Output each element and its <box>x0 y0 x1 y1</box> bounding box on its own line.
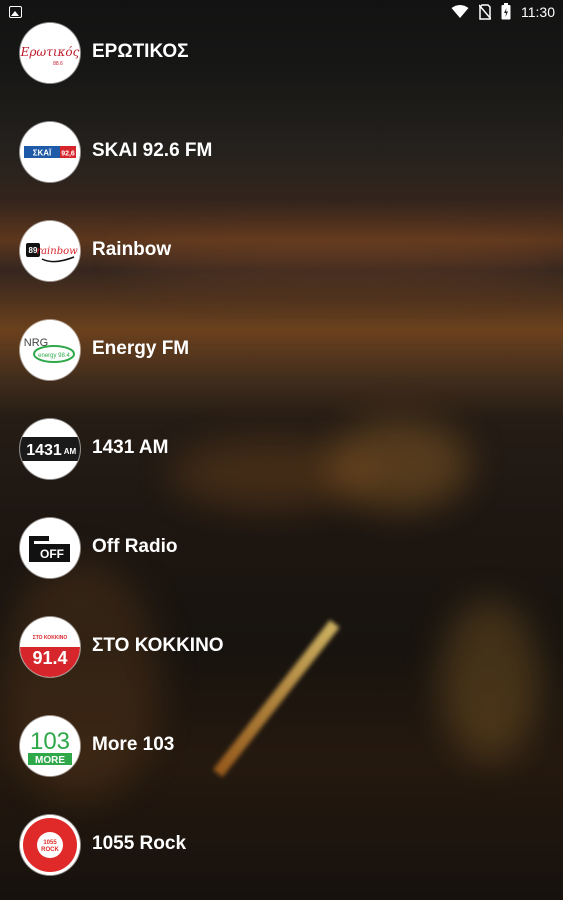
energy-logo: NRG energy 98.4 <box>20 320 80 380</box>
station-row-off-radio[interactable]: OFF Off Radio <box>0 498 563 597</box>
svg-text:91.4: 91.4 <box>32 648 67 668</box>
more103-logo: 103 MORE <box>20 716 80 776</box>
station-name: ΕΡΩΤΙΚΟΣ <box>92 41 189 62</box>
erotikos-logo: Ερωτικός 88.6 <box>20 23 80 83</box>
svg-text:rainbow: rainbow <box>36 246 78 257</box>
svg-text:ROCK: ROCK <box>41 847 59 853</box>
svg-text:Ερωτικός: Ερωτικός <box>20 45 80 59</box>
no-sim-icon <box>479 3 491 20</box>
station-name: SKAI 92.6 FM <box>92 140 213 161</box>
svg-text:103: 103 <box>30 728 70 755</box>
svg-text:ΣΚΑΪ: ΣΚΑΪ <box>33 149 52 158</box>
svg-text:energy 98.4: energy 98.4 <box>38 353 70 359</box>
station-name: Energy FM <box>92 338 190 359</box>
station-row-rainbow[interactable]: 89 rainbow Rainbow <box>0 201 563 300</box>
svg-text:AM: AM <box>64 447 77 456</box>
off-radio-logo: OFF <box>20 518 80 578</box>
station-row-1431am[interactable]: 1431 AM 1431 AM <box>0 399 563 498</box>
skai-logo: ΣΚΑΪ 92,6 <box>20 122 80 182</box>
svg-text:1431: 1431 <box>26 442 62 459</box>
station-name: Rainbow <box>92 239 172 260</box>
svg-text:ΣΤΟ ΚΟΚΚΙΝΟ: ΣΤΟ ΚΟΚΚΙΝΟ <box>33 635 68 641</box>
svg-text:88.6: 88.6 <box>53 61 63 67</box>
station-name: More 103 <box>92 734 175 755</box>
svg-text:1055: 1055 <box>43 840 57 846</box>
battery-icon <box>501 3 511 20</box>
station-name: 1431 AM <box>92 437 169 458</box>
station-row-more103[interactable]: 103 MORE More 103 <box>0 696 563 795</box>
rainbow-logo: 89 rainbow <box>20 221 80 281</box>
station-name: Off Radio <box>92 536 178 557</box>
svg-text:MORE: MORE <box>35 755 65 766</box>
station-name: ΣΤΟ ΚΟΚΚΙΝΟ <box>92 635 224 656</box>
station-name: 1055 Rock <box>92 833 187 854</box>
status-icons: 11:30 <box>451 3 555 20</box>
station-row-1055-rock[interactable]: 1055 ROCK 1055 Rock <box>0 795 563 894</box>
station-row-skai[interactable]: ΣΚΑΪ 92,6 SKAI 92.6 FM <box>0 102 563 201</box>
station-row-sto-kokkino[interactable]: ΣΤΟ ΚΟΚΚΙΝΟ 91.4 ΣΤΟ ΚΟΚΚΙΝΟ <box>0 597 563 696</box>
wifi-icon <box>451 4 469 18</box>
station-row-energy[interactable]: NRG energy 98.4 Energy FM <box>0 300 563 399</box>
status-clock: 11:30 <box>521 3 555 20</box>
1431am-logo: 1431 AM <box>20 419 80 479</box>
status-bar: 11:30 <box>0 0 563 26</box>
1055-rock-logo: 1055 ROCK <box>20 815 80 875</box>
image-icon <box>9 6 22 18</box>
app-screen: 11:30 Ερωτικός 88.6 ΕΡΩΤΙΚΟΣ ΣΚΑΪ 92,6 S… <box>0 0 563 900</box>
sto-kokkino-logo: ΣΤΟ ΚΟΚΚΙΝΟ 91.4 <box>20 617 80 677</box>
svg-text:92,6: 92,6 <box>61 151 75 158</box>
svg-text:OFF: OFF <box>40 547 64 561</box>
